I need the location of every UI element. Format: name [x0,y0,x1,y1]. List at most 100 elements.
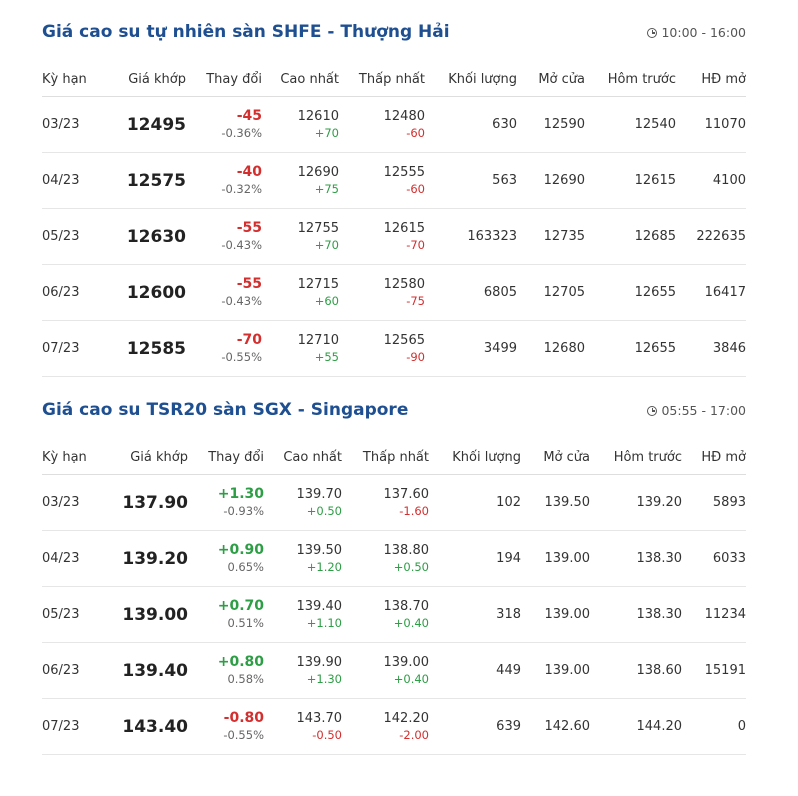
open-interest-cell: 16417 [676,264,746,321]
change-cell: -55 -0.43% [186,208,262,265]
change-percent: 0.58% [227,672,264,686]
column-header-high: Cao nhất [262,62,339,97]
low-diff: -2.00 [399,728,429,742]
open-cell: 12735 [517,208,585,265]
term-cell: 05/23 [42,208,114,265]
low-cell: 137.60 -1.60 [342,474,430,531]
low-diff: +0.50 [393,560,429,574]
column-header-prev: Hôm trước [585,62,676,97]
low-value: 137.60 [383,487,430,502]
open-interest-cell: 11070 [676,96,746,153]
column-header-change: Thay đổi [188,440,264,475]
low-diff: -60 [406,126,425,140]
change-percent: 0.65% [227,560,264,574]
section-header: Giá cao su tự nhiên sàn SHFE - Thượng Hả… [42,18,746,46]
column-header-term: Kỳ hạn [42,62,114,97]
column-header-open: Mở cửa [517,62,585,97]
open-cell: 139.00 [521,642,590,699]
trading-hours-text: 05:55 - 17:00 [661,403,746,418]
high-cell: 139.70 +0.50 [264,474,343,531]
price-cell: 12600 [114,264,186,321]
low-value: 12580 [383,277,425,292]
high-value: 139.40 [296,599,343,614]
column-header-open: Mở cửa [521,440,590,475]
open-cell: 12705 [517,264,585,321]
high-diff: +1.10 [306,616,342,630]
change-value: -40 [236,164,262,180]
change-cell: +0.70 0.51% [188,586,264,643]
low-value: 142.20 [383,711,430,726]
column-header-prev: Hôm trước [590,440,682,475]
change-percent: 0.51% [227,616,264,630]
high-cell: 139.90 +1.30 [264,642,342,699]
high-diff: +70 [314,126,339,140]
volume-cell: 3499 [425,320,517,377]
change-percent: -0.93% [223,504,264,518]
high-cell: 12755 +70 [262,208,339,265]
low-cell: 138.80 +0.50 [342,530,430,587]
change-percent: -0.43% [221,294,262,308]
high-value: 143.70 [296,711,343,726]
change-cell: -45 -0.36% [186,96,262,153]
term-cell: 07/23 [42,698,114,755]
prev-close-cell: 144.20 [590,698,682,755]
change-value: -0.80 [223,710,264,726]
low-diff: -60 [406,182,425,196]
high-diff: +1.30 [306,672,342,686]
column-header-low: Thấp nhất [339,62,425,97]
table-row: 05/23 12630 -55 -0.43% 12755 +70 12615 -70 16332… [42,208,746,265]
change-cell: +0.90 0.65% [188,530,264,587]
low-diff: -1.60 [399,504,429,518]
volume-cell: 563 [425,152,517,209]
change-value: +1.30 [217,486,264,502]
prev-close-cell: 139.20 [590,474,682,531]
high-value: 139.70 [296,487,343,502]
column-header-high: Cao nhất [264,440,342,475]
high-value: 12690 [297,165,339,180]
column-header-volume: Khối lượng [429,440,521,475]
section-header: Giá cao su TSR20 sàn SGX - Singapore 05:… [42,396,746,424]
clock-icon [647,27,658,38]
change-cell: +1.30 -0.93% [188,474,264,531]
open-cell: 12680 [517,320,585,377]
table-row: 05/23 139.00 +0.70 0.51% 139.40 +1.10 138.70 +0… [42,586,746,643]
low-value: 138.80 [383,543,430,558]
open-cell: 12690 [517,152,585,209]
section-title: Giá cao su TSR20 sàn SGX - Singapore [42,400,409,420]
open-interest-cell: 4100 [676,152,746,209]
low-cell: 138.70 +0.40 [342,586,429,643]
price-cell: 139.40 [114,642,188,699]
prev-close-cell: 12685 [585,208,676,265]
high-cell: 12690 +75 [262,152,339,209]
volume-cell: 639 [429,698,521,755]
low-diff: +0.40 [393,672,429,686]
term-cell: 06/23 [42,642,114,699]
open-cell: 139.00 [521,586,590,643]
prev-close-cell: 138.60 [590,642,682,699]
prev-close-cell: 12540 [585,96,676,153]
high-diff: +70 [314,238,339,252]
high-value: 12755 [297,221,339,236]
prev-close-cell: 138.30 [590,530,682,587]
low-value: 139.00 [383,655,430,670]
column-header-price: Giá khớp [114,62,186,97]
term-cell: 06/23 [42,264,114,321]
change-value: +0.80 [217,654,264,670]
price-cell: 143.40 [114,698,188,755]
low-cell: 142.20 -2.00 [342,698,430,755]
column-header-term: Kỳ hạn [42,440,114,475]
sgx-section: Giá cao su TSR20 sàn SGX - Singapore 05:… [42,396,746,755]
table-header-row: Kỳ hạn Giá khớp Thay đổi Cao nhất Thấp nhất K… [42,440,746,475]
shfe-price-table: Kỳ hạn Giá khớp Thay đổi Cao nhất Thấp nhất K… [42,62,746,377]
change-percent: -0.55% [221,350,262,364]
column-header-oi: HĐ mở [676,62,746,97]
high-value: 12610 [297,109,339,124]
volume-cell: 449 [429,642,521,699]
price-cell: 12575 [114,152,186,209]
open-cell: 139.00 [521,530,590,587]
price-cell: 12495 [114,96,186,153]
change-value: -55 [236,276,262,292]
section-title: Giá cao su tự nhiên sàn SHFE - Thượng Hả… [42,22,450,42]
open-cell: 139.50 [521,474,590,531]
change-cell: -70 -0.55% [186,320,262,377]
